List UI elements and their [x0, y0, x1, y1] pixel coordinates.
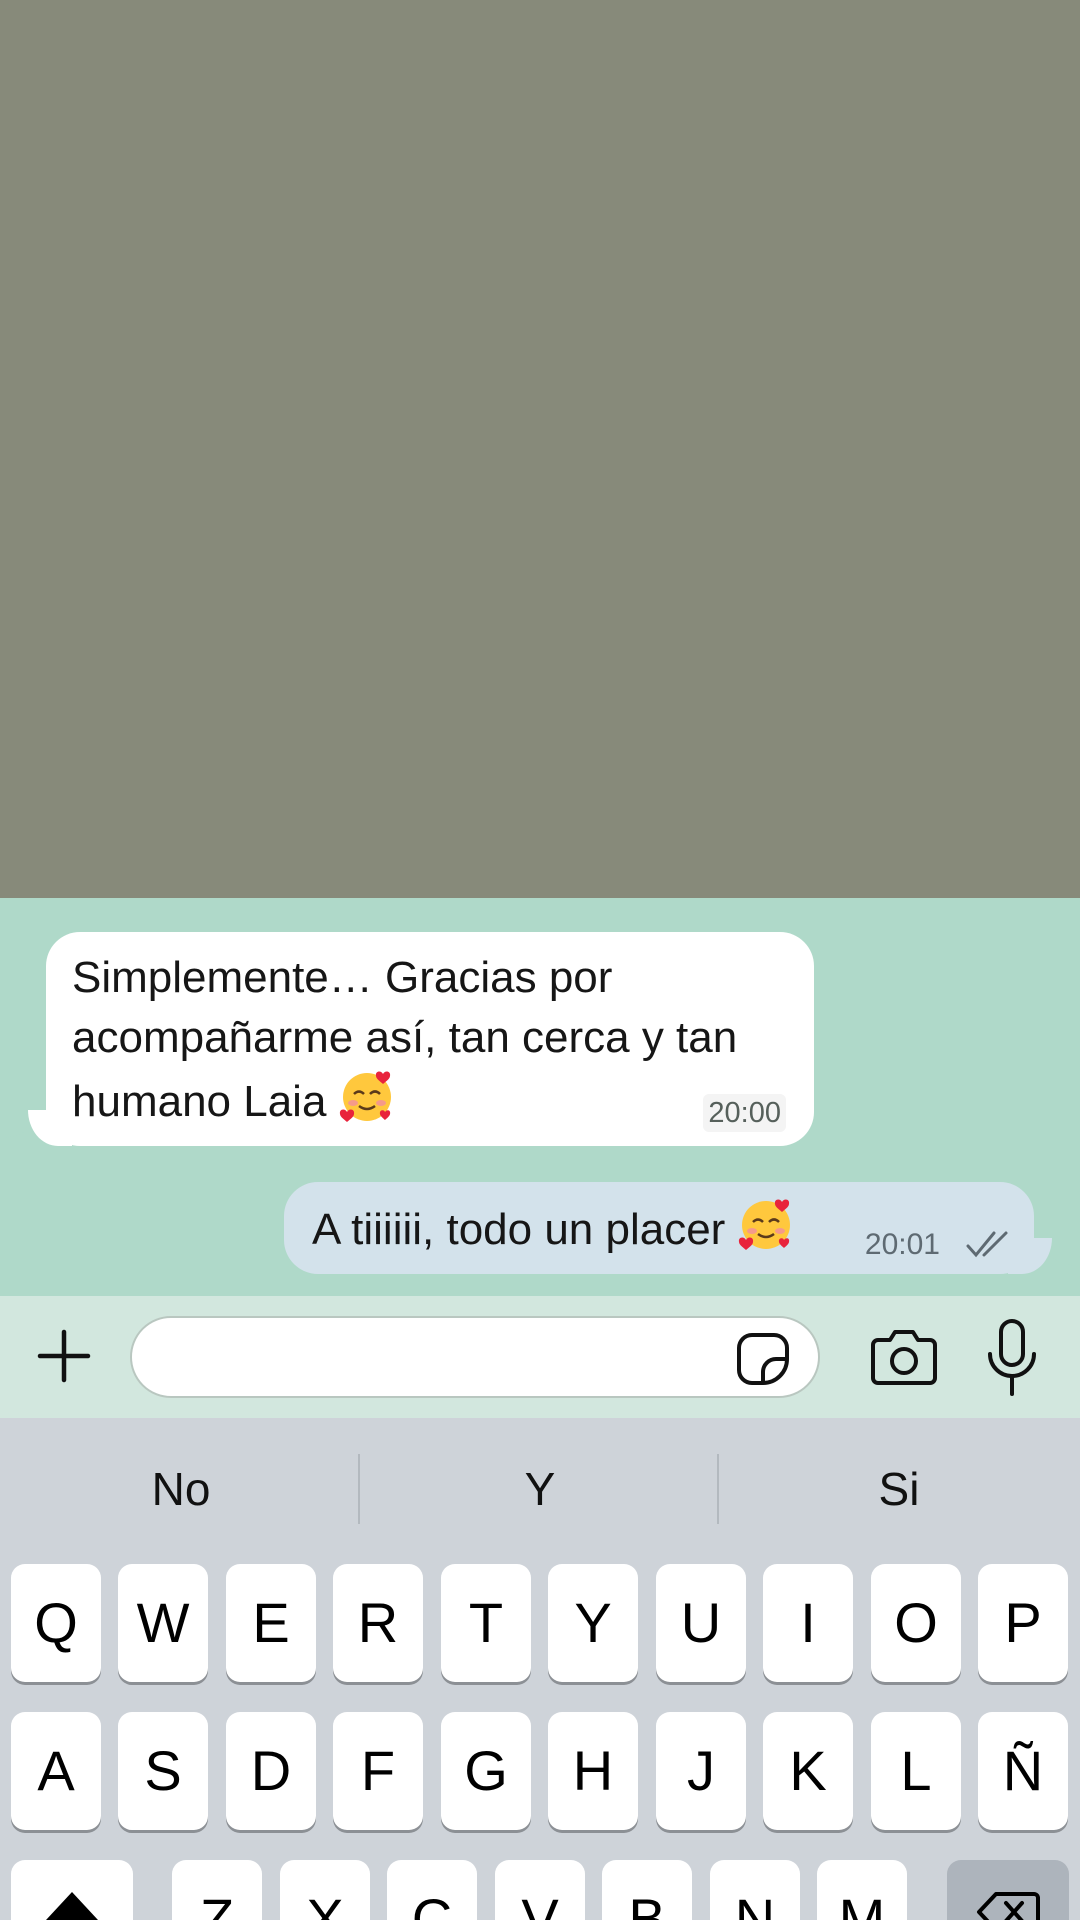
incoming-message-time: 20:00: [703, 1094, 786, 1132]
key-t[interactable]: T: [441, 1564, 531, 1682]
key-q[interactable]: Q: [11, 1564, 101, 1682]
double-check-icon: [966, 1231, 1008, 1258]
key-z[interactable]: Z: [172, 1860, 262, 1920]
key-u[interactable]: U: [656, 1564, 746, 1682]
key-s[interactable]: S: [118, 1712, 208, 1830]
backspace-key[interactable]: [947, 1860, 1069, 1920]
sticker-icon[interactable]: [736, 1332, 790, 1386]
key-n[interactable]: N: [710, 1860, 800, 1920]
incoming-message[interactable]: Simplemente… Gracias por acompañarme así…: [0, 932, 814, 1146]
key-j[interactable]: J: [656, 1712, 746, 1830]
key-g[interactable]: G: [441, 1712, 531, 1830]
key-r[interactable]: R: [333, 1564, 423, 1682]
suggestion-divider: [717, 1454, 719, 1524]
dimmed-overlay: [0, 0, 1080, 898]
key-y[interactable]: Y: [548, 1564, 638, 1682]
key-d[interactable]: D: [226, 1712, 316, 1830]
incoming-message-text: Simplemente… Gracias por acompañarme así…: [72, 953, 738, 1126]
suggestion-bar: No Y Si: [0, 1418, 1080, 1560]
key-o[interactable]: O: [871, 1564, 961, 1682]
key-c[interactable]: C: [387, 1860, 477, 1920]
key-a[interactable]: A: [11, 1712, 101, 1830]
backspace-icon: [977, 1892, 1040, 1920]
key-l[interactable]: L: [871, 1712, 961, 1830]
key-k[interactable]: K: [763, 1712, 853, 1830]
plus-icon[interactable]: [32, 1324, 96, 1388]
microphone-icon[interactable]: [984, 1318, 1040, 1398]
keyboard: No Y Si Q W E R T Y U I O P A S D F G H …: [0, 1418, 1080, 1920]
camera-icon[interactable]: [870, 1326, 938, 1388]
shift-icon: [46, 1892, 98, 1920]
smiling-face-with-hearts-icon: [339, 1068, 395, 1124]
key-p[interactable]: P: [978, 1564, 1068, 1682]
key-h[interactable]: H: [548, 1712, 638, 1830]
composer-bar: [0, 1296, 1080, 1418]
smiling-face-with-hearts-icon: [738, 1196, 794, 1252]
key-b[interactable]: B: [602, 1860, 692, 1920]
suggestion-2[interactable]: Y: [361, 1418, 719, 1560]
key-v[interactable]: V: [495, 1860, 585, 1920]
message-input[interactable]: [130, 1316, 820, 1398]
suggestion-1[interactable]: No: [2, 1418, 360, 1560]
key-m[interactable]: M: [817, 1860, 907, 1920]
key-n-tilde[interactable]: Ñ: [978, 1712, 1068, 1830]
outgoing-message[interactable]: A tiiiiii, todo un placer 20:01: [284, 1182, 1080, 1274]
outgoing-message-time: 20:01: [864, 1228, 940, 1261]
suggestion-divider: [358, 1454, 360, 1524]
key-w[interactable]: W: [118, 1564, 208, 1682]
key-x[interactable]: X: [280, 1860, 370, 1920]
outgoing-message-text: A tiiiiii, todo un placer: [312, 1205, 726, 1254]
key-i[interactable]: I: [763, 1564, 853, 1682]
chat-area: Simplemente… Gracias por acompañarme así…: [0, 898, 1080, 1296]
suggestion-3[interactable]: Si: [720, 1418, 1078, 1560]
key-e[interactable]: E: [226, 1564, 316, 1682]
shift-key[interactable]: [11, 1860, 133, 1920]
key-f[interactable]: F: [333, 1712, 423, 1830]
